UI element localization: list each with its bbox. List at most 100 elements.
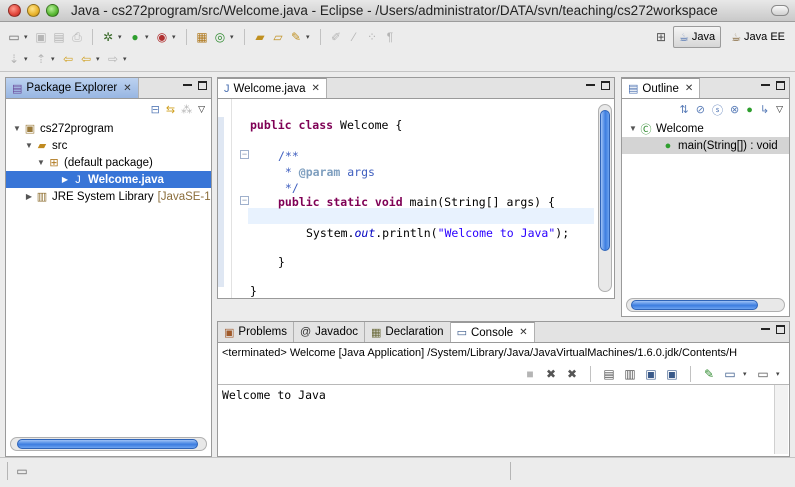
tab-console[interactable]: ▭ Console ✕ (450, 322, 535, 342)
tab-declaration[interactable]: ▦ Declaration (365, 322, 451, 342)
new-class-icon[interactable]: ◎ (212, 29, 228, 45)
show-whitespace-icon[interactable]: ⁘ (364, 29, 380, 45)
debug-dropdown-icon[interactable]: ▾ (118, 33, 125, 41)
back-dropdown-icon[interactable]: ▾ (96, 55, 103, 63)
close-window-button[interactable] (8, 4, 21, 17)
show-on-stdout-icon[interactable]: ▣ (643, 366, 659, 382)
back-icon[interactable]: ⇦ (78, 51, 94, 67)
display-console-dropdown-icon[interactable]: ▾ (743, 370, 750, 378)
collapse-arrow-icon[interactable]: ▼ (628, 124, 638, 133)
save-icon[interactable]: ▣ (33, 29, 49, 45)
pilcrow-icon[interactable]: ¶ (382, 29, 398, 45)
maximize-view-button[interactable] (601, 81, 610, 90)
zoom-window-button[interactable] (46, 4, 59, 17)
open-task-icon[interactable]: ✎ (288, 29, 304, 45)
minimize-view-button[interactable] (183, 84, 192, 93)
show-on-stderr-icon[interactable]: ▣ (664, 366, 680, 382)
search-icon[interactable]: ▱ (270, 29, 286, 45)
view-menu-icon[interactable]: ▽ (198, 104, 205, 115)
open-type-icon[interactable]: ▰ (252, 29, 268, 45)
run-icon[interactable]: ● (127, 29, 143, 45)
remove-launch-icon[interactable]: ✖ (543, 366, 559, 382)
new-java-project-icon[interactable]: ▦ (194, 29, 210, 45)
outline-item-class[interactable]: ▼ Ⓒ Welcome (622, 120, 789, 137)
close-icon[interactable]: ✕ (312, 83, 320, 94)
close-icon[interactable]: ✕ (123, 83, 131, 94)
tab-welcome-java[interactable]: J Welcome.java ✕ (218, 78, 327, 98)
console-output[interactable]: Welcome to Java (218, 384, 789, 456)
run-external-icon[interactable]: ◉ (154, 29, 170, 45)
new-icon[interactable]: ▭ (6, 29, 22, 45)
maximize-view-button[interactable] (776, 325, 785, 334)
toggle-block-icon[interactable]: ⁄ (346, 29, 362, 45)
console-vertical-scrollbar[interactable] (774, 385, 788, 454)
open-console-dropdown-icon[interactable]: ▾ (776, 370, 783, 378)
minimize-view-button[interactable] (761, 84, 770, 93)
hide-static-icon[interactable]: ⓢ (712, 102, 723, 118)
minimize-view-button[interactable] (586, 84, 595, 93)
tree-item-default-package[interactable]: ▼ ⊞ (default package) (6, 154, 211, 171)
focus-icon[interactable]: ↳ (760, 103, 769, 116)
tab-outline[interactable]: ▤ Outline ✕ (622, 78, 701, 98)
save-all-icon[interactable]: ▤ (51, 29, 67, 45)
collapse-arrow-icon[interactable]: ▼ (24, 141, 34, 150)
scrollbar-thumb[interactable] (600, 110, 610, 251)
view-menu-icon[interactable]: ▽ (776, 104, 783, 115)
expand-arrow-icon[interactable]: ▶ (60, 175, 70, 184)
collapse-arrow-icon[interactable]: ▼ (36, 158, 46, 167)
tab-problems[interactable]: ▣ Problems (218, 322, 294, 342)
horizontal-scrollbar[interactable] (626, 298, 785, 312)
last-edit-icon[interactable]: ⇦ (60, 51, 76, 67)
tree-item-welcome-java[interactable]: ▶ J Welcome.java (6, 171, 211, 188)
scrollbar-thumb[interactable] (17, 439, 198, 449)
sort-icon[interactable]: ⇅ (680, 103, 689, 116)
close-icon[interactable]: ✕ (685, 83, 693, 94)
print-icon[interactable]: ⎙ (69, 29, 85, 45)
hide-fields-icon[interactable]: ⊘ (696, 103, 705, 116)
tab-package-explorer[interactable]: ▤ Package Explorer ✕ (6, 78, 139, 98)
prev-annotation-dropdown-icon[interactable]: ▾ (51, 55, 58, 63)
scroll-lock-icon[interactable]: ▥ (622, 366, 638, 382)
fold-collapse-icon[interactable]: − (240, 150, 249, 159)
fold-collapse-icon[interactable]: − (240, 196, 249, 205)
perspective-java-ee[interactable]: ☕ Java EE (725, 26, 791, 48)
remove-all-terminated-icon[interactable]: ✖ (564, 366, 580, 382)
link-with-editor-icon[interactable]: ⇆ (166, 103, 175, 116)
maximize-view-button[interactable] (198, 81, 207, 90)
next-annotation-dropdown-icon[interactable]: ▾ (24, 55, 31, 63)
debug-icon[interactable]: ✲ (100, 29, 116, 45)
editor-vertical-scrollbar[interactable] (598, 104, 612, 292)
forward-icon[interactable]: ⇨ (105, 51, 121, 67)
close-icon[interactable]: ✕ (519, 327, 527, 338)
expand-arrow-icon[interactable]: ▶ (24, 192, 34, 201)
new-class-dropdown-icon[interactable]: ▾ (230, 33, 237, 41)
hide-non-public-icon[interactable]: ⊗ (730, 103, 739, 116)
toolbar-toggle-button[interactable] (771, 5, 789, 16)
forward-dropdown-icon[interactable]: ▾ (123, 55, 130, 63)
run-external-dropdown-icon[interactable]: ▾ (172, 33, 179, 41)
collapse-arrow-icon[interactable]: ▼ (12, 124, 22, 133)
filter-icon[interactable]: ⁂ (181, 103, 192, 116)
pin-console-icon[interactable]: ✎ (701, 366, 717, 382)
display-console-icon[interactable]: ▭ (722, 366, 738, 382)
perspective-java[interactable]: ☕ Java (673, 26, 722, 48)
terminate-icon[interactable]: ■ (522, 366, 538, 382)
tree-item-project[interactable]: ▼ ▣ cs272program (6, 120, 211, 137)
tree-item-jre-library[interactable]: ▶ ▥ JRE System Library [JavaSE-1 (6, 188, 211, 205)
scrollbar-thumb[interactable] (631, 300, 758, 310)
open-task-dropdown-icon[interactable]: ▾ (306, 33, 313, 41)
new-dropdown-icon[interactable]: ▾ (24, 33, 31, 41)
next-annotation-icon[interactable]: ⇣ (6, 51, 22, 67)
minimize-view-button[interactable] (761, 328, 770, 337)
run-dropdown-icon[interactable]: ▾ (145, 33, 152, 41)
tab-javadoc[interactable]: @ Javadoc (293, 322, 365, 342)
collapse-all-icon[interactable]: ⊟ (151, 103, 160, 116)
code-area[interactable]: public class Welcome { /** * @param args… (250, 99, 594, 298)
clear-console-icon[interactable]: ▤ (601, 366, 617, 382)
outline-item-method[interactable]: ● main(String[]) : void (622, 137, 789, 154)
prev-annotation-icon[interactable]: ⇡ (33, 51, 49, 67)
horizontal-scrollbar[interactable] (10, 437, 207, 451)
open-console-icon[interactable]: ▭ (755, 366, 771, 382)
tree-item-src[interactable]: ▼ ▰ src (6, 137, 211, 154)
maximize-view-button[interactable] (776, 81, 785, 90)
